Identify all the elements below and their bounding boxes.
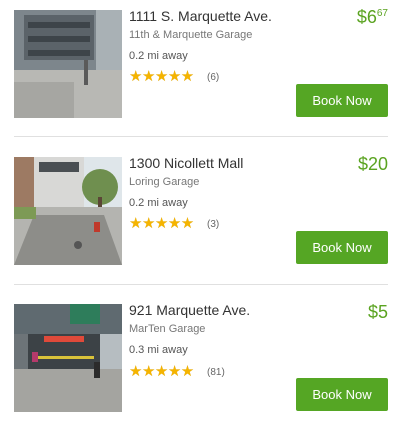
star-rating-icon: ★★★★★ ★★★★★ <box>129 68 194 85</box>
listing-garage-name: Loring Garage <box>129 176 200 188</box>
garage-photo[interactable] <box>14 304 122 412</box>
listing-distance: 0.2 mi away <box>129 50 188 62</box>
listing-garage-name: 11th & Marquette Garage <box>129 29 253 41</box>
book-now-button[interactable]: Book Now <box>296 378 388 411</box>
garage-photo-image <box>14 10 122 118</box>
star-rating-icon: ★★★★★ ★★★★★ <box>129 215 194 232</box>
book-now-button[interactable]: Book Now <box>296 84 388 117</box>
garage-photo[interactable] <box>14 157 122 265</box>
garage-photo-image <box>14 157 122 265</box>
review-count: (3) <box>207 218 220 230</box>
review-count: (6) <box>207 71 220 83</box>
review-count: (81) <box>207 366 225 378</box>
listing-rating: ★★★★★ ★★★★★ (6) <box>129 69 219 85</box>
listing-address[interactable]: 1111 S. Marquette Ave. <box>129 8 272 24</box>
listing-price: $5 <box>368 302 388 323</box>
price-dollars: $6 <box>356 7 377 27</box>
star-rating-icon: ★★★★★ ★★★★★ <box>129 363 194 380</box>
listing-price: $667 <box>357 7 388 28</box>
listing-address[interactable]: 1300 Nicollett Mall <box>129 155 243 171</box>
listing-distance: 0.3 mi away <box>129 344 188 356</box>
price-dollars: $5 <box>367 302 388 322</box>
listing-rating: ★★★★★ ★★★★★ (81) <box>129 364 225 380</box>
garage-photo[interactable] <box>14 10 122 118</box>
price-cents: 67 <box>376 8 388 19</box>
garage-photo-image <box>14 304 122 412</box>
listing-rating: ★★★★★ ★★★★★ (3) <box>129 216 219 232</box>
price-dollars: $20 <box>357 154 388 174</box>
listing-divider <box>14 284 388 285</box>
listing-address[interactable]: 921 Marquette Ave. <box>129 302 250 318</box>
listing-distance: 0.2 mi away <box>129 197 188 209</box>
book-now-button[interactable]: Book Now <box>296 231 388 264</box>
listing-garage-name: MarTen Garage <box>129 323 206 335</box>
listing-price: $20 <box>358 154 388 175</box>
listing-divider <box>14 136 388 137</box>
